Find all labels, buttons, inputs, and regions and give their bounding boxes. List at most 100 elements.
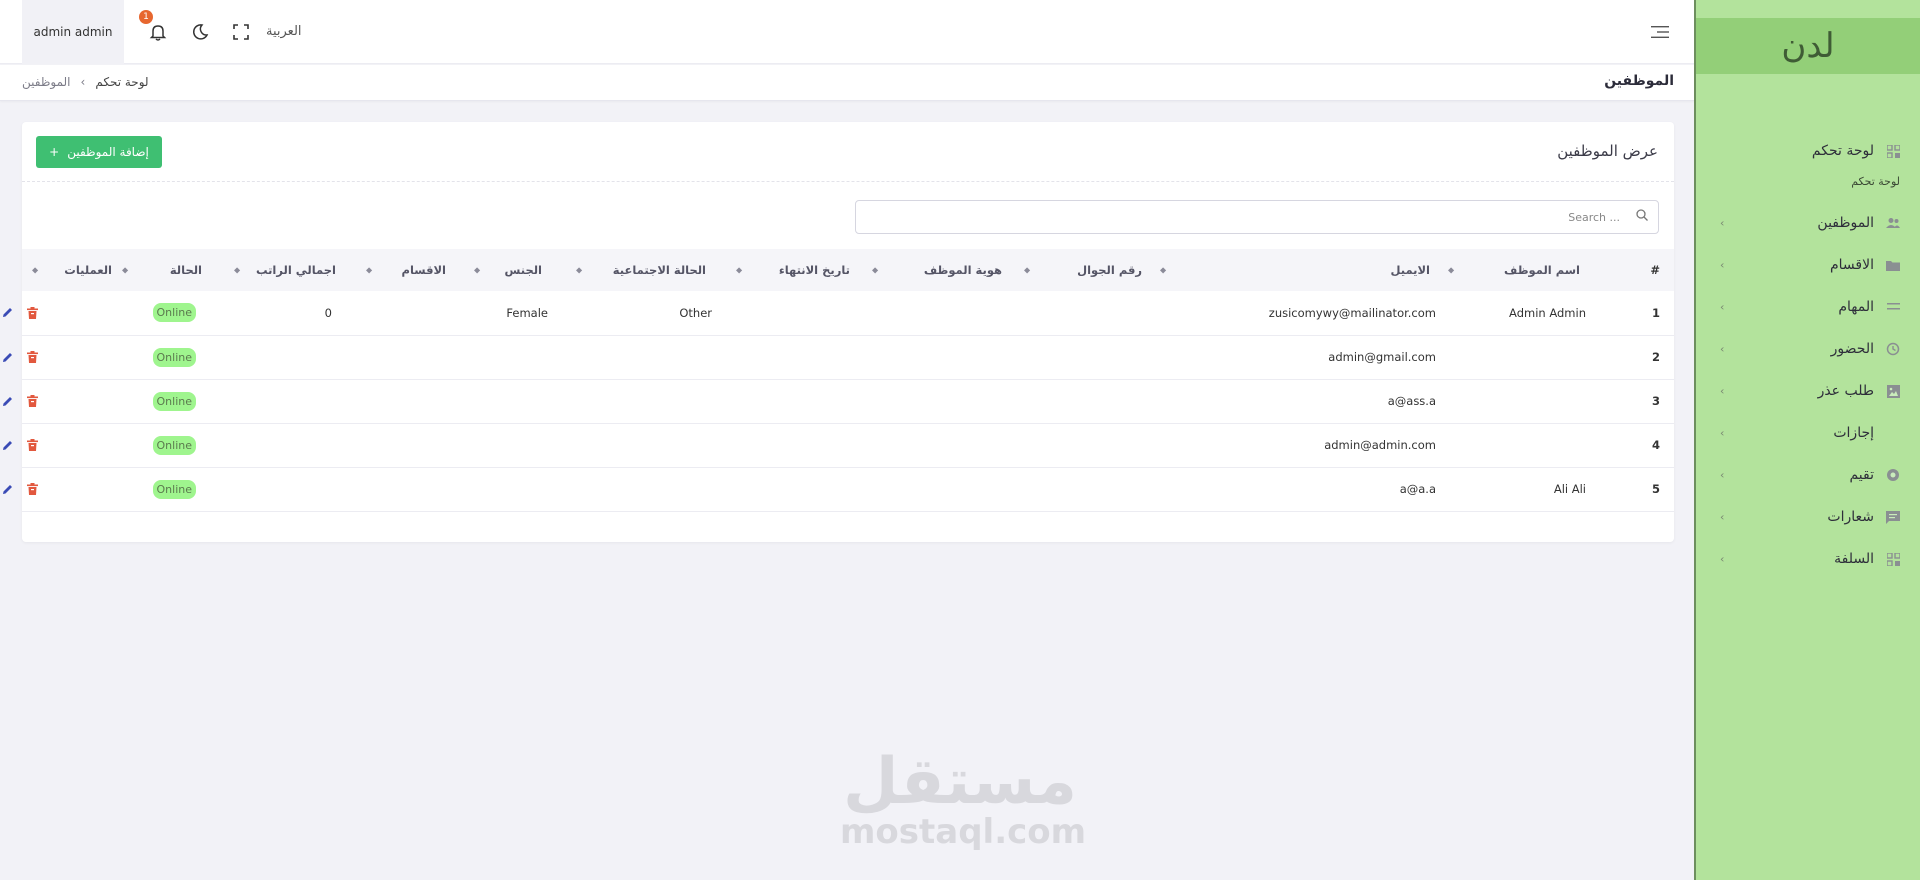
image-icon bbox=[1886, 384, 1900, 398]
message-icon bbox=[1886, 510, 1900, 524]
column-gender[interactable]: ◆ الجنس bbox=[468, 249, 568, 291]
chevron-left-icon: ‹ bbox=[1720, 510, 1725, 524]
page-title: الموظفين bbox=[1604, 73, 1674, 89]
add-employee-button[interactable]: + إضافة الموظفين bbox=[36, 136, 162, 168]
sidebar-item-label: لوحة تحكم bbox=[1811, 143, 1874, 159]
row-employee-id bbox=[866, 379, 1018, 423]
fullscreen-icon[interactable] bbox=[229, 20, 253, 44]
sidebar: لدن لوحة تحكم لوحة تحكم ‹ الموظفين ‹ الا… bbox=[1694, 0, 1920, 880]
delete-icon[interactable] bbox=[27, 350, 38, 364]
row-email: admin@gmail.com bbox=[1328, 350, 1436, 364]
column-status[interactable]: ◆ الحالة bbox=[118, 249, 228, 291]
row-gender: Female bbox=[506, 305, 548, 320]
column-email[interactable]: ◆ الايميل bbox=[1154, 249, 1442, 291]
row-status: Online bbox=[118, 291, 228, 335]
row-operations bbox=[3, 467, 118, 511]
edit-icon[interactable] bbox=[2, 394, 13, 408]
breadcrumb-dashboard[interactable]: لوحة تحكم bbox=[95, 75, 148, 89]
bell-icon[interactable] bbox=[146, 20, 170, 44]
add-employee-label: إضافة الموظفين bbox=[67, 145, 149, 159]
delete-icon[interactable] bbox=[27, 306, 38, 320]
delete-icon[interactable] bbox=[27, 482, 38, 496]
watermark-latin: mostaql.com bbox=[840, 812, 1087, 852]
chevron-left-icon: ‹ bbox=[1720, 468, 1725, 482]
row-departments bbox=[358, 335, 468, 379]
sidebar-item-excuse-request[interactable]: ‹ طلب عذر bbox=[1696, 370, 1920, 412]
row-departments bbox=[358, 379, 468, 423]
edit-icon[interactable] bbox=[2, 438, 13, 452]
sort-icon: ◆ bbox=[234, 265, 241, 275]
row-employee-id bbox=[866, 335, 1018, 379]
sidebar-item-slogans[interactable]: ‹ شعارات bbox=[1696, 496, 1920, 538]
column-departments[interactable]: ◆ الاقسام bbox=[358, 249, 468, 291]
notification-badge: 1 bbox=[139, 10, 153, 24]
blank-icon bbox=[1886, 426, 1900, 440]
row-phone bbox=[1018, 423, 1154, 467]
column-operations[interactable]: ◆ العمليات bbox=[22, 249, 118, 291]
row-departments bbox=[358, 291, 468, 335]
sidebar-item-evaluation[interactable]: ‹ تقيم bbox=[1696, 454, 1920, 496]
row-email: a@a.a bbox=[1399, 482, 1436, 496]
sort-icon: ◆ bbox=[366, 265, 373, 275]
moon-icon[interactable] bbox=[188, 20, 212, 44]
sidebar-item-tasks[interactable]: ‹ المهام bbox=[1696, 286, 1920, 328]
circle-icon bbox=[1886, 468, 1900, 482]
top-header: admin admin 1 العربية bbox=[0, 0, 1694, 64]
sidebar-item-leaves[interactable]: ‹ إجازات bbox=[1696, 412, 1920, 454]
sidebar-item-label: السلفة bbox=[1834, 551, 1874, 567]
card-title: عرض الموظفين bbox=[1557, 142, 1658, 160]
sort-icon: ◆ bbox=[736, 265, 743, 275]
column-marital-status[interactable]: ◆ الحالة الاجتماعية bbox=[568, 249, 730, 291]
brand-logo[interactable]: لدن bbox=[1696, 18, 1920, 74]
column-index: # bbox=[1650, 263, 1660, 277]
row-operations bbox=[3, 291, 118, 335]
sort-icon: ◆ bbox=[576, 265, 583, 275]
row-expiry-date bbox=[730, 467, 866, 511]
chevron-left-icon: ‹ bbox=[1720, 552, 1725, 566]
sort-icon: ◆ bbox=[1160, 265, 1167, 275]
search-input[interactable] bbox=[866, 201, 1626, 233]
watermark-arabic: مستقل bbox=[842, 745, 1078, 819]
edit-icon[interactable] bbox=[2, 306, 13, 320]
user-menu[interactable]: admin admin bbox=[22, 0, 124, 64]
row-departments bbox=[358, 423, 468, 467]
edit-icon[interactable] bbox=[2, 350, 13, 364]
column-employee-id[interactable]: ◆ هوية الموظف bbox=[866, 249, 1018, 291]
row-gender bbox=[468, 467, 568, 511]
row-phone bbox=[1018, 335, 1154, 379]
menu-toggle-icon[interactable] bbox=[1648, 20, 1672, 44]
column-employee-name[interactable]: ◆ اسم الموظف bbox=[1442, 249, 1592, 291]
row-salary bbox=[228, 423, 358, 467]
edit-icon[interactable] bbox=[2, 482, 13, 496]
list-icon bbox=[1886, 300, 1900, 314]
delete-icon[interactable] bbox=[27, 438, 38, 452]
table-row: Online admin@gmail.com 2 bbox=[3, 335, 1674, 379]
row-operations bbox=[3, 423, 118, 467]
brand-name: لدن bbox=[1781, 26, 1835, 66]
language-switch[interactable]: العربية bbox=[266, 24, 302, 39]
column-expiry-date[interactable]: ◆ تاريخ الانتهاء bbox=[730, 249, 866, 291]
sidebar-item-departments[interactable]: ‹ الاقسام bbox=[1696, 244, 1920, 286]
delete-icon[interactable] bbox=[27, 394, 38, 408]
row-index: 3 bbox=[1651, 394, 1660, 408]
chevron-left-icon: ‹ bbox=[1720, 384, 1725, 398]
row-operations bbox=[3, 335, 118, 379]
column-salary[interactable]: ◆ اجمالي الراتب bbox=[228, 249, 358, 291]
plus-icon: + bbox=[49, 145, 60, 159]
sidebar-item-label: طلب عذر bbox=[1817, 383, 1874, 399]
row-departments bbox=[358, 467, 468, 511]
sidebar-item-attendance[interactable]: ‹ الحضور bbox=[1696, 328, 1920, 370]
sidebar-item-advance[interactable]: ‹ السلفة bbox=[1696, 538, 1920, 580]
row-expiry-date bbox=[730, 335, 866, 379]
row-employee-id bbox=[866, 291, 1018, 335]
sidebar-item-dashboard[interactable]: لوحة تحكم bbox=[1696, 130, 1920, 172]
table-row: Online admin@admin.com 4 bbox=[3, 423, 1674, 467]
row-marital-status bbox=[568, 467, 730, 511]
sidebar-item-label: إجازات bbox=[1833, 425, 1874, 441]
row-status: Online bbox=[118, 467, 228, 511]
row-employee-name: Admin Admin bbox=[1509, 305, 1586, 320]
sidebar-item-employees[interactable]: ‹ الموظفين bbox=[1696, 202, 1920, 244]
sort-icon: ◆ bbox=[872, 265, 879, 275]
column-phone[interactable]: ◆ رقم الجوال bbox=[1018, 249, 1154, 291]
table-row: Online 0 Female Other zusicomywy@mailina… bbox=[3, 291, 1674, 335]
